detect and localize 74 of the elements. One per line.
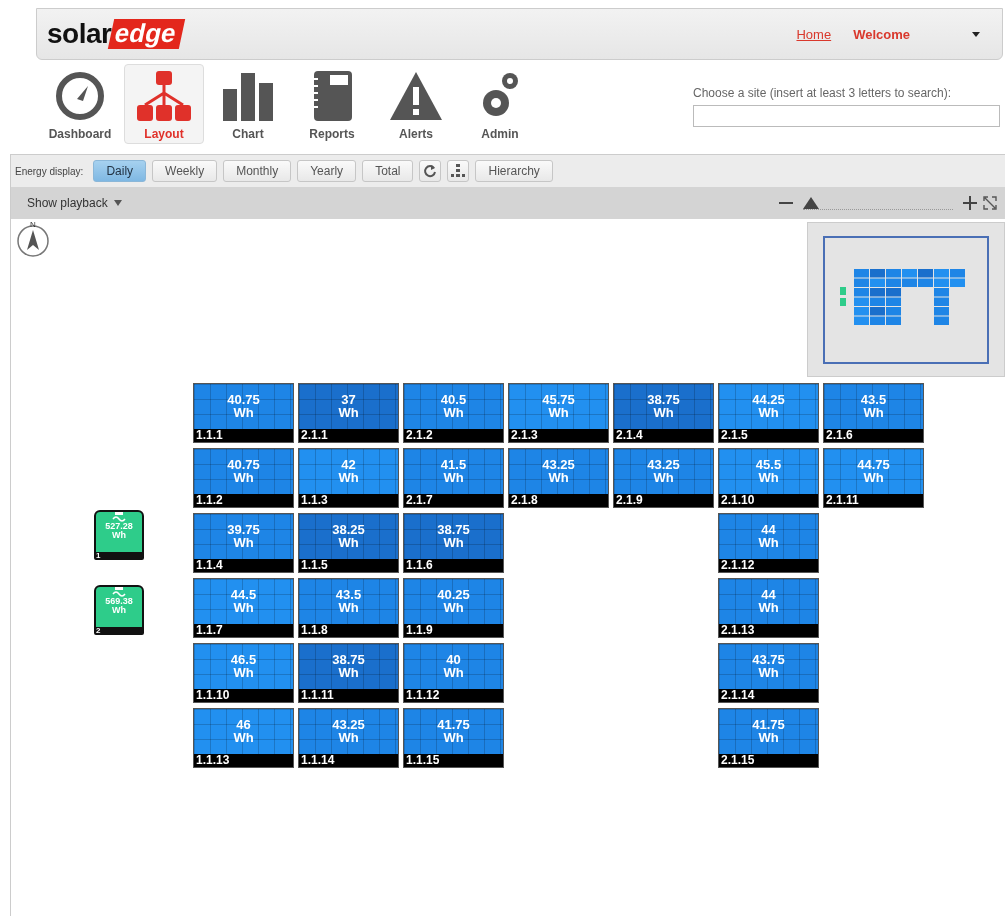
nav-tab[interactable]: Layout (124, 64, 204, 144)
inverter-unit: Wh (112, 531, 126, 540)
compass-icon[interactable] (17, 225, 49, 257)
solar-panel[interactable]: 38.75 Wh 2.1.4 (613, 383, 714, 443)
inverter-tile[interactable]: 527.28 Wh 1 (94, 510, 144, 560)
hierarchy-button[interactable] (447, 160, 470, 182)
energy-display-label: Energy display: (15, 165, 84, 177)
solar-panel[interactable]: 41.75 Wh 2.1.15 (718, 708, 819, 768)
fullscreen-icon[interactable] (983, 196, 997, 210)
inverter-energy: 569.38 (105, 597, 133, 606)
solar-panel[interactable]: 37 Wh 2.1.1 (298, 383, 399, 443)
solar-panel[interactable]: 41.5 Wh 2.1.7 (403, 448, 504, 508)
solar-panel[interactable]: 40.5 Wh 2.1.2 (403, 383, 504, 443)
zoom-out-icon[interactable] (779, 201, 793, 205)
solar-panel[interactable]: 43.5 Wh 1.1.8 (298, 578, 399, 638)
zoom-slider[interactable] (803, 196, 953, 210)
nav-tab[interactable]: Dashboard (40, 64, 120, 144)
period-button[interactable]: Total (362, 160, 414, 182)
solar-panel[interactable]: 45.5 Wh 2.1.10 (718, 448, 819, 508)
solar-panel[interactable]: 38.25 Wh 1.1.5 (298, 513, 399, 573)
solar-panel[interactable]: 43.5 Wh 2.1.6 (823, 383, 924, 443)
nav-tab[interactable]: Admin (460, 64, 540, 144)
zoom-in-icon[interactable] (963, 196, 977, 210)
minimap-drawing[interactable] (823, 235, 989, 364)
solar-panel[interactable]: 45.75 Wh 2.1.3 (508, 383, 609, 443)
refresh-icon (423, 164, 438, 178)
solar-panel[interactable]: 43.75 Wh 2.1.14 (718, 643, 819, 703)
inverter-symbol-icon (112, 512, 126, 522)
user-menu[interactable]: Welcome (853, 26, 910, 42)
solar-panel[interactable]: 42 Wh 1.1.3 (298, 448, 399, 508)
slider-thumb[interactable] (803, 196, 819, 209)
solar-panel[interactable]: 41.75 Wh 1.1.15 (403, 708, 504, 768)
show-playback-toggle[interactable]: Show playback (27, 196, 108, 210)
hierarchy-icon (135, 69, 193, 123)
hierarchy-icon (451, 164, 466, 178)
solar-panel[interactable]: 46.5 Wh 1.1.10 (193, 643, 294, 703)
solar-panel[interactable]: 46 Wh 1.1.13 (193, 708, 294, 768)
period-button[interactable]: Weekly (152, 160, 218, 182)
period-button[interactable]: Yearly (297, 160, 357, 182)
hierarchy-button[interactable]: Hierarchy (475, 160, 553, 182)
nav-tab[interactable]: Reports (292, 64, 372, 144)
nav-tab[interactable]: Alerts (376, 64, 456, 144)
gauge-icon (53, 69, 107, 123)
solar-panel[interactable]: 44.25 Wh 2.1.5 (718, 383, 819, 443)
period-button[interactable]: Monthly (223, 160, 292, 182)
period-button[interactable]: Daily (93, 160, 147, 182)
solar-panel[interactable]: 44.5 Wh 1.1.7 (193, 578, 294, 638)
north-label: N (30, 221, 36, 229)
inverter-unit: Wh (112, 606, 126, 615)
inverter-id: 2 (96, 627, 101, 635)
solar-panel[interactable]: 39.75 Wh 1.1.4 (193, 513, 294, 573)
solar-panel[interactable]: 43.25 Wh 2.1.9 (613, 448, 714, 508)
solar-panel[interactable]: 44 Wh 2.1.13 (718, 578, 819, 638)
inverter-tile[interactable]: 569.38 Wh 2 (94, 585, 144, 635)
solar-panel[interactable]: 43.25 Wh 1.1.14 (298, 708, 399, 768)
solar-panel[interactable]: 38.75 Wh 1.1.11 (298, 643, 399, 703)
solar-panel[interactable]: 38.75 Wh 1.1.6 (403, 513, 504, 573)
inverter-symbol-icon (112, 587, 126, 597)
solar-panel[interactable]: 43.25 Wh 2.1.8 (508, 448, 609, 508)
inverter-energy: 527.28 (105, 522, 133, 531)
solar-panel[interactable]: 44.75 Wh 2.1.11 (823, 448, 924, 508)
site-search-label: Choose a site (insert at least 3 letters to search): (693, 86, 953, 100)
caret-icon[interactable] (972, 31, 980, 37)
solar-panel[interactable]: 40.75 Wh 1.1.2 (193, 448, 294, 508)
caret-icon (113, 200, 122, 206)
refresh-button[interactable] (419, 160, 442, 182)
solar-panel[interactable]: 40.25 Wh 1.1.9 (403, 578, 504, 638)
solar-panel[interactable]: 40.75 Wh 1.1.1 (193, 383, 294, 443)
inverter-id: 1 (96, 552, 101, 560)
home-link[interactable]: Home (796, 26, 832, 42)
site-search-field[interactable] (693, 105, 1000, 127)
solar-panel[interactable]: 44 Wh 2.1.12 (718, 513, 819, 573)
solar-panel[interactable]: 40 Wh 1.1.12 (403, 643, 504, 703)
nav-tab[interactable]: Chart (208, 64, 288, 144)
